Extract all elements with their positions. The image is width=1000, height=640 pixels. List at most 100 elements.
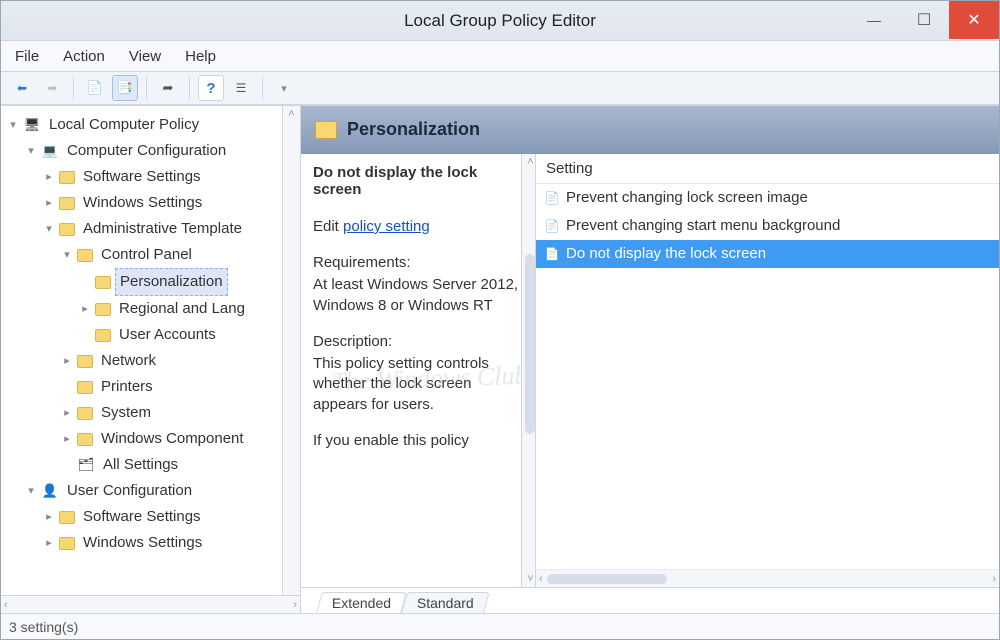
description-block: Description: This policy setting control… (313, 332, 523, 415)
folder-icon (59, 197, 75, 210)
tree-user-accounts[interactable]: User Accounts (79, 322, 300, 348)
twisty-icon[interactable] (43, 530, 55, 556)
twisty-icon[interactable] (43, 164, 55, 190)
requirements-text: At least Windows Server 2012, Windows 8 … (313, 275, 523, 316)
properties-icon[interactable] (228, 75, 254, 101)
back-icon[interactable] (9, 75, 35, 101)
twisty-icon[interactable] (43, 216, 55, 242)
twisty-icon[interactable] (43, 504, 55, 530)
tree-label: Printers (97, 374, 157, 400)
description-scrollbar[interactable]: ˄ ˅ (521, 154, 536, 587)
tree-software-settings[interactable]: Software Settings (43, 164, 300, 190)
scrollbar-thumb[interactable] (547, 574, 667, 584)
tree-printers[interactable]: Printers (61, 374, 300, 400)
twisty-icon[interactable] (25, 478, 37, 504)
tree-label: Windows Settings (79, 190, 206, 216)
list-item[interactable]: Prevent changing lock screen image (536, 184, 999, 212)
list-item-label: Prevent changing lock screen image (566, 186, 808, 210)
tab-label: Extended (332, 595, 391, 611)
close-button[interactable] (949, 1, 999, 39)
forward-icon[interactable] (39, 75, 65, 101)
folder-icon (59, 537, 75, 550)
filter-icon[interactable] (271, 75, 297, 101)
twisty-icon[interactable] (61, 348, 73, 374)
show-hide-tree-icon[interactable] (112, 75, 138, 101)
maximize-button[interactable] (899, 1, 949, 39)
tree-computer-configuration[interactable]: Computer Configuration (25, 138, 300, 164)
menubar: File Action View Help (1, 41, 999, 71)
minimize-button[interactable] (849, 1, 899, 39)
twisty-icon[interactable] (25, 138, 37, 164)
help-icon[interactable] (198, 75, 224, 101)
tree-user-configuration[interactable]: User Configuration (25, 478, 300, 504)
computer-icon (23, 116, 41, 134)
config-icon (41, 142, 59, 160)
menu-action[interactable]: Action (63, 48, 105, 65)
gpedit-window: Local Group Policy Editor File Action Vi… (0, 0, 1000, 640)
tab-standard[interactable]: Standard (401, 592, 489, 613)
scroll-right-icon[interactable]: › (293, 599, 297, 611)
folder-icon (77, 249, 93, 262)
up-level-icon[interactable] (82, 75, 108, 101)
scroll-left-icon[interactable]: ‹ (539, 573, 543, 585)
list-horizontal-scrollbar[interactable]: ‹ › (536, 569, 999, 587)
right-body: Do not display the lock screen Edit poli… (301, 154, 999, 587)
tree-system[interactable]: System (61, 400, 300, 426)
tree-label: Windows Settings (79, 530, 206, 556)
statusbar: 3 setting(s) (1, 613, 999, 639)
tree-control-panel[interactable]: Control Panel (61, 242, 300, 268)
menu-help[interactable]: Help (185, 48, 216, 65)
edit-link-row: Edit policy setting (313, 218, 523, 235)
all-settings-icon (77, 456, 95, 474)
tree-windows-settings[interactable]: Windows Settings (43, 190, 300, 216)
right-pane: Personalization Do not display the lock … (301, 106, 999, 613)
tree-regional-language[interactable]: Regional and Lang (79, 296, 300, 322)
tree-horizontal-scrollbar[interactable]: ‹› (1, 595, 300, 613)
policy-tree[interactable]: Local Computer Policy Computer Configura… (1, 106, 300, 595)
scroll-right-icon[interactable]: › (992, 573, 996, 585)
menu-file[interactable]: File (15, 48, 39, 65)
tree-uc-windows-settings[interactable]: Windows Settings (43, 530, 300, 556)
export-icon[interactable] (155, 75, 181, 101)
description-text: This policy setting controls whether the… (313, 354, 523, 415)
tree-root[interactable]: Local Computer Policy (7, 112, 300, 138)
list-item-label: Do not display the lock screen (566, 242, 766, 266)
scroll-up-icon[interactable]: ˄ (527, 156, 533, 168)
tree-personalization[interactable]: Personalization (79, 268, 300, 296)
user-icon (41, 482, 59, 500)
edit-policy-link[interactable]: policy setting (343, 218, 430, 235)
tree-windows-components[interactable]: Windows Component (61, 426, 300, 452)
scroll-down-icon[interactable]: ˅ (527, 573, 533, 585)
menu-view[interactable]: View (129, 48, 161, 65)
column-header-setting[interactable]: Setting (536, 154, 999, 184)
tree-label: Computer Configuration (63, 138, 230, 164)
titlebar[interactable]: Local Group Policy Editor (1, 1, 999, 41)
folder-icon (77, 381, 93, 394)
twisty-icon[interactable] (61, 426, 73, 452)
section-title: Personalization (347, 119, 480, 140)
twisty-icon[interactable] (43, 190, 55, 216)
twisty-icon[interactable] (79, 296, 91, 322)
settings-list[interactable]: Prevent changing lock screen image Preve… (536, 184, 999, 569)
requirements-block: Requirements: At least Windows Server 20… (313, 253, 523, 316)
tree-network[interactable]: Network (61, 348, 300, 374)
twisty-icon[interactable] (61, 400, 73, 426)
tree-administrative-templates[interactable]: Administrative Template (43, 216, 300, 242)
twisty-icon[interactable] (61, 242, 73, 268)
list-item[interactable]: Prevent changing start menu background (536, 212, 999, 240)
scroll-left-icon[interactable]: ‹ (4, 599, 8, 611)
tab-extended[interactable]: Extended (316, 592, 407, 613)
folder-icon (59, 223, 75, 236)
scrollbar-thumb[interactable] (525, 254, 535, 434)
scroll-up-icon[interactable]: ˄ (288, 108, 294, 120)
folder-icon (59, 171, 75, 184)
tree-uc-software-settings[interactable]: Software Settings (43, 504, 300, 530)
list-item[interactable]: Do not display the lock screen (536, 240, 999, 268)
tree-vertical-scrollbar[interactable]: ˄ (282, 106, 300, 595)
tree-all-settings[interactable]: All Settings (61, 452, 300, 478)
twisty-icon[interactable] (7, 112, 19, 138)
folder-icon (77, 355, 93, 368)
separator (146, 77, 147, 99)
tree-label: Administrative Template (79, 216, 246, 242)
policy-icon (544, 218, 560, 234)
